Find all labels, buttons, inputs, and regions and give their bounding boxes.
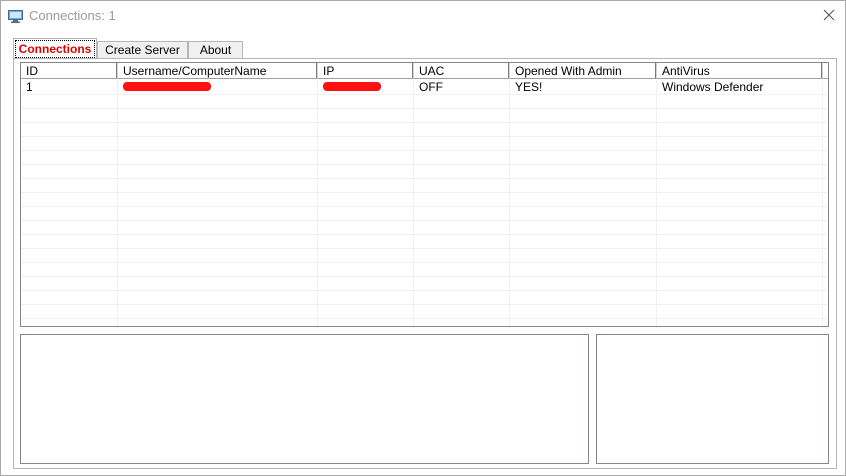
list-header: ID Username/ComputerName IP UAC Opened W…: [21, 63, 828, 80]
column-header-antivirus[interactable]: AntiVirus: [657, 63, 823, 79]
column-header-admin[interactable]: Opened With Admin: [510, 63, 657, 79]
tab-label: Create Server: [105, 43, 180, 57]
tab-connections[interactable]: Connections: [13, 38, 97, 59]
cell-uac: OFF: [419, 80, 443, 94]
cell-id: 1: [26, 80, 33, 94]
close-icon: [823, 9, 835, 24]
tab-about[interactable]: About: [188, 41, 243, 58]
window-title: Connections: 1: [29, 8, 116, 23]
computer-monitor-icon: [8, 10, 23, 23]
redacted-username: [123, 82, 211, 92]
column-header-ip[interactable]: IP: [318, 63, 414, 79]
tab-label: Connections: [14, 40, 96, 58]
tab-create-server[interactable]: Create Server: [97, 41, 188, 58]
list-body: 1 OFF YES! Windows Defender: [21, 80, 828, 326]
column-header-id[interactable]: ID: [21, 63, 118, 79]
cell-admin: YES!: [515, 80, 543, 94]
close-button[interactable]: [813, 1, 845, 31]
cell-username: [118, 80, 317, 94]
redacted-ip: [323, 82, 381, 92]
column-header-filler: [823, 63, 828, 79]
column-header-username[interactable]: Username/ComputerName: [118, 63, 318, 79]
connections-list[interactable]: ID Username/ComputerName IP UAC Opened W…: [20, 62, 829, 327]
cell-ip: [318, 80, 413, 94]
tab-label: About: [199, 43, 232, 57]
cell-antivirus: Windows Defender: [662, 80, 764, 94]
title-bar[interactable]: Connections: 1: [1, 1, 845, 31]
output-panel-right[interactable]: [596, 334, 829, 464]
table-row[interactable]: 1 OFF YES! Windows Defender: [21, 80, 828, 94]
column-header-uac[interactable]: UAC: [414, 63, 510, 79]
output-panel-left[interactable]: [20, 334, 589, 464]
main-window: Connections: 1 Connections Create Server…: [0, 0, 846, 476]
